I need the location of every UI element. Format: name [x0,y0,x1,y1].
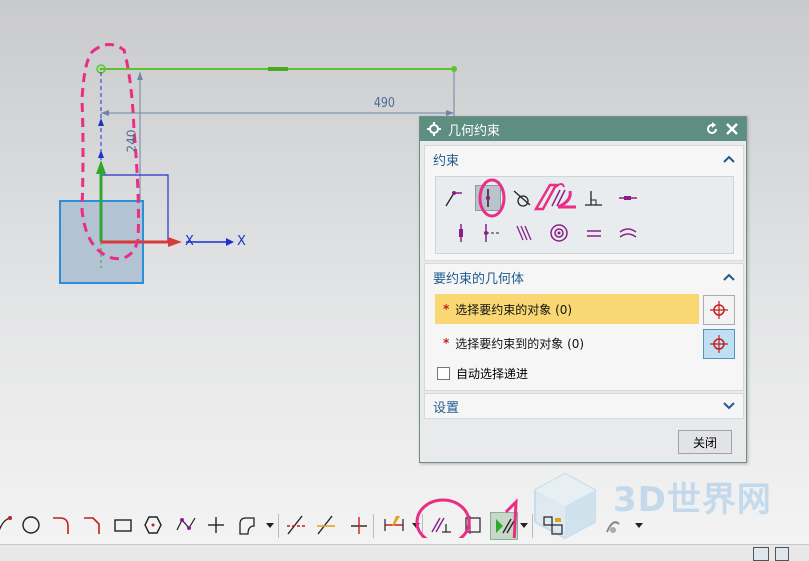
geometry-section-title: 要约束的几何体 [433,271,525,287]
continuous-auto-dimension-icon[interactable] [540,512,566,538]
status-filter-icon[interactable] [753,547,769,561]
horizontal-icon[interactable] [616,186,640,210]
vertical-icon[interactable] [449,221,473,245]
dimension-490-text[interactable]: 490 [374,96,395,111]
offset-curve-icon[interactable] [234,512,260,538]
chevron-up-icon[interactable] [723,271,735,283]
equal-length-icon[interactable] [512,221,536,245]
line-midpoint-marker [268,67,288,71]
chevron-up-icon[interactable] [723,153,735,165]
chevron-down-icon[interactable] [635,522,643,530]
arc-icon[interactable] [616,221,640,245]
select-target-label: 选择要约束到的对象 (0) [455,336,585,351]
rectangle-tool-icon[interactable] [110,512,136,538]
quick-trim-icon[interactable] [283,512,309,538]
point-on-line-icon[interactable] [475,185,501,211]
toolbar-separator [278,514,279,538]
fillet-tool-icon[interactable] [48,512,74,538]
crosshair-icon [710,335,728,353]
chevron-down-icon[interactable] [412,522,420,530]
toolbar-separator [373,514,374,538]
select-object-label: 选择要约束的对象 (0) [455,302,573,317]
geometric-constraint-dialog: 几何约束 约束 要约束的几何体 * 选择要约束的对象 (0) * 选择要约束到的… [419,116,747,463]
auto-advance-checkbox[interactable] [437,367,450,380]
point-on-curve-icon[interactable] [442,186,466,210]
dialog-title: 几何约束 [448,123,501,139]
constraint-icon-panel [435,176,734,254]
gear-icon[interactable] [426,121,442,137]
quick-dimension-icon[interactable] [381,512,407,538]
status-window-icon[interactable] [775,547,789,561]
crosshair-icon [710,301,728,319]
more-icon[interactable] [600,512,626,538]
x-axis-label: X [185,234,194,249]
studio-spline-icon[interactable] [173,512,199,538]
auto-advance-option[interactable]: 自动选择递进 [437,365,528,382]
point-tool-icon[interactable] [203,512,229,538]
settings-section-title: 设置 [433,400,460,416]
auto-constrain-icon[interactable] [490,512,518,540]
chevron-down-icon[interactable] [723,400,735,412]
midpoint-icon[interactable] [478,221,502,245]
required-star-icon: * [443,336,450,350]
select-target-row[interactable]: * 选择要约束到的对象 (0) [435,328,699,358]
geometry-section-header[interactable]: 要约束的几何体 [425,264,743,290]
make-corner-icon[interactable] [345,512,371,538]
concentric-icon[interactable] [547,221,571,245]
required-star-icon: * [443,302,450,316]
display-constraints-icon[interactable] [460,512,486,538]
chevron-down-icon[interactable] [520,522,528,530]
close-icon[interactable] [724,121,740,137]
chamfer-tool-icon[interactable] [79,512,105,538]
x-datum-label: X [237,234,246,249]
perpendicular-icon[interactable] [581,186,605,210]
select-target-pick-button[interactable] [703,329,735,359]
select-object-row[interactable]: * 选择要约束的对象 (0) [435,294,699,324]
chevron-down-icon[interactable] [266,522,274,530]
arc-tool-icon[interactable] [0,512,18,538]
parallel-icon[interactable] [546,186,570,210]
constraint-section-title: 约束 [433,153,460,169]
dimension-240-text[interactable]: 240 [124,130,138,153]
polygon-tool-icon[interactable] [140,512,166,538]
line-end-point [451,66,457,72]
reset-icon[interactable] [704,121,720,137]
status-bar [0,544,809,561]
quick-extend-icon[interactable] [313,512,339,538]
constraint-section: 约束 [424,145,744,261]
geometric-constraint-icon[interactable] [428,512,454,538]
settings-section-header[interactable]: 设置 [425,394,743,418]
toolbar-separator [422,514,423,538]
select-object-pick-button[interactable] [703,295,735,325]
auto-advance-label: 自动选择递进 [456,367,529,381]
sketch-toolbar [0,498,650,542]
dialog-title-bar[interactable]: 几何约束 [420,117,746,141]
settings-section: 设置 [424,393,744,419]
constraint-section-header[interactable]: 约束 [425,146,743,172]
toolbar-separator [532,514,533,538]
circle-tool-icon[interactable] [18,512,44,538]
geometry-section: 要约束的几何体 * 选择要约束的对象 (0) * 选择要约束到的对象 (0) 自… [424,263,744,391]
tangent-icon[interactable] [510,186,534,210]
equal-radius-icon[interactable] [582,221,606,245]
close-button[interactable]: 关闭 [678,430,732,454]
